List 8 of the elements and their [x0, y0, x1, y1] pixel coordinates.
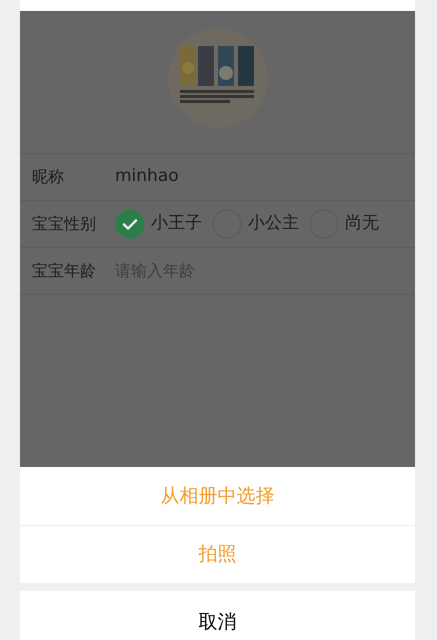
nickname-value: minhao [115, 165, 179, 188]
radio-option[interactable]: 小王子 [115, 208, 202, 239]
field-label: 宝宝年龄 [32, 260, 97, 282]
cancel-button[interactable]: 取消 [20, 590, 415, 640]
radio-option[interactable]: 尚无 [309, 208, 379, 239]
radio-option[interactable]: 小公主 [212, 208, 299, 239]
field-label: 昵称 [32, 166, 65, 188]
field-label: 宝宝性别 [32, 212, 97, 235]
